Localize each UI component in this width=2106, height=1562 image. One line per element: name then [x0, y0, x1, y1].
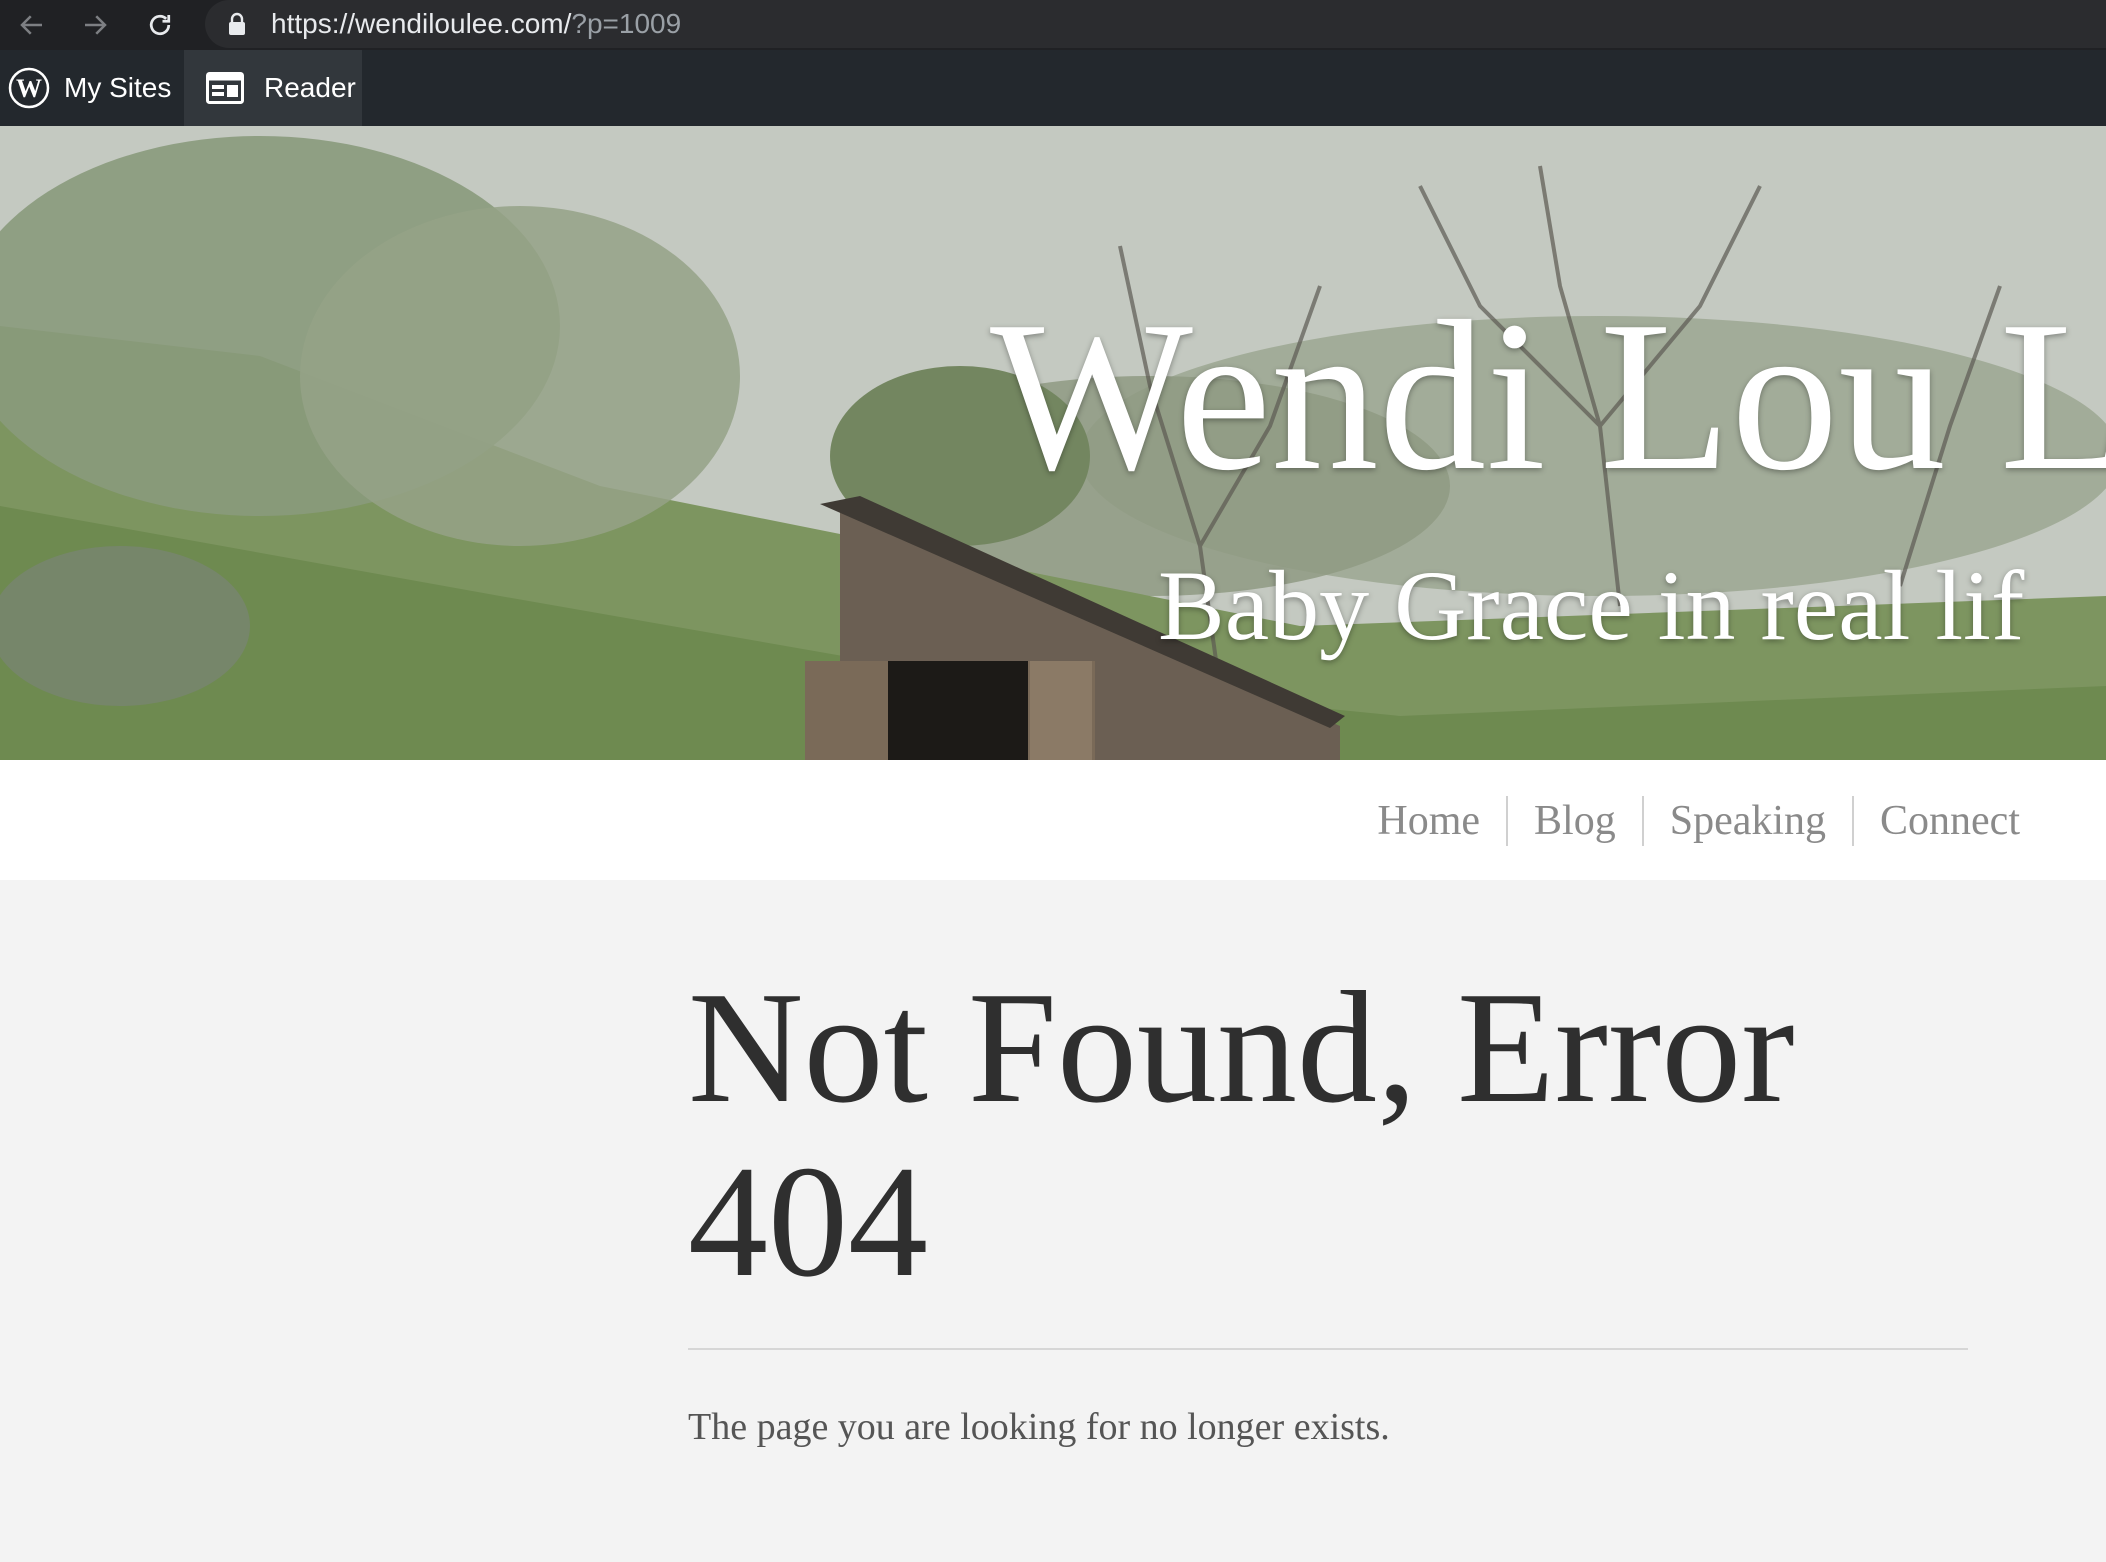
header-image: Wendi Lou L Baby Grace in real lif — [0, 126, 2106, 760]
url-path: ?p=1009 — [571, 8, 682, 39]
menu-item-blog[interactable]: Blog — [1506, 796, 1642, 846]
error-message: The page you are looking for no longer e… — [688, 1406, 1390, 1448]
url-text[interactable]: https://wendiloulee.com/?p=1009 — [271, 8, 681, 40]
site-tagline: Baby Grace in real lif — [1158, 550, 2025, 661]
browser-toolbar: https://wendiloulee.com/?p=1009 — [0, 0, 2106, 50]
primary-menu-bar: Home Blog Speaking Connect — [0, 760, 2106, 880]
back-icon[interactable] — [14, 7, 50, 43]
menu-item-home[interactable]: Home — [1351, 796, 1506, 846]
reader-label: Reader — [264, 72, 356, 103]
url-host: https://wendiloulee.com/ — [271, 8, 572, 39]
site-title[interactable]: Wendi Lou L — [990, 276, 2106, 516]
page-title: Not Found, Error 404 — [688, 958, 1795, 1310]
lock-icon — [229, 12, 245, 35]
my-sites-label: My Sites — [64, 72, 172, 103]
my-sites-button[interactable]: W My Sites — [0, 50, 183, 126]
wordpress-logo-icon: W — [8, 67, 50, 109]
menu-item-connect[interactable]: Connect — [1852, 796, 2020, 846]
title-divider — [688, 1348, 1968, 1350]
menu-item-speaking[interactable]: Speaking — [1641, 796, 1852, 846]
reader-button[interactable]: Reader — [184, 50, 362, 126]
primary-menu: Home Blog Speaking Connect — [1351, 796, 2020, 846]
address-bar[interactable]: https://wendiloulee.com/?p=1009 — [205, 0, 2106, 48]
main-content: Not Found, Error 404 The page you are lo… — [688, 960, 1968, 1490]
svg-text:W: W — [16, 74, 42, 103]
forward-icon[interactable] — [77, 7, 113, 43]
wp-admin-bar: W My Sites Reader — [0, 50, 2106, 126]
reader-icon — [206, 72, 244, 104]
reload-icon[interactable] — [142, 7, 178, 43]
